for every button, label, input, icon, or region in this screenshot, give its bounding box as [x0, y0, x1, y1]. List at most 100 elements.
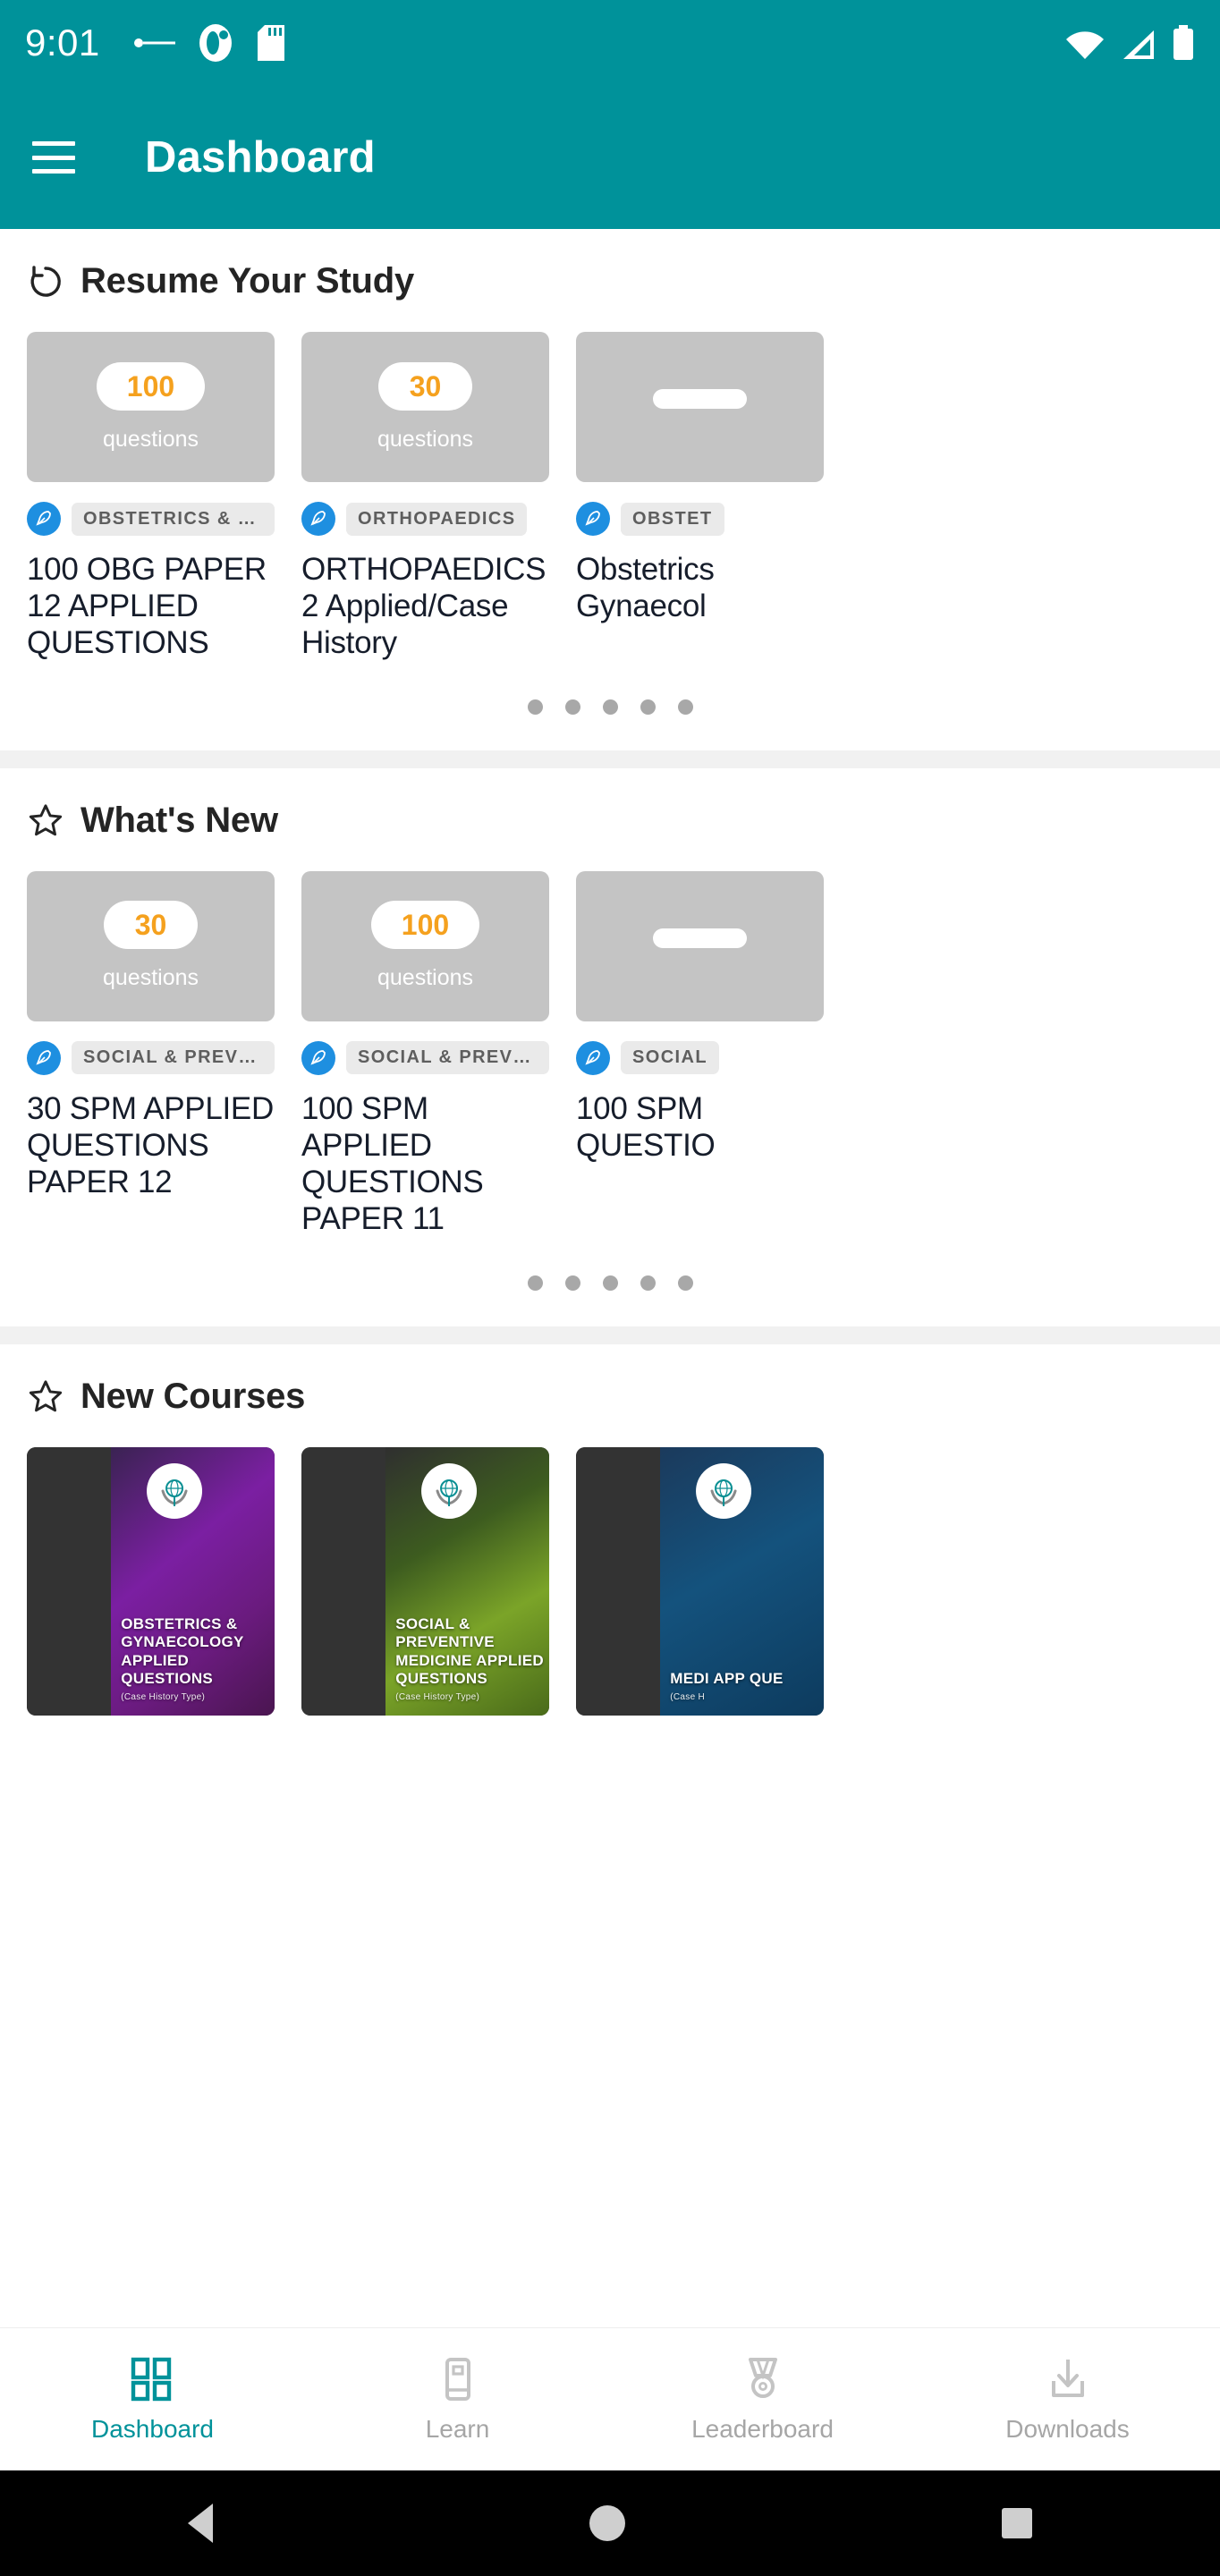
battery-icon: [1173, 25, 1193, 60]
card-title: 100 SPM APPLIED QUESTIONS PAPER 11: [301, 1090, 484, 1236]
pagination-dot[interactable]: [640, 699, 656, 715]
section-header: What's New: [0, 801, 1220, 841]
section-title: New Courses: [80, 1376, 306, 1416]
question-count-badge: [653, 928, 747, 948]
pagination-dot[interactable]: [564, 699, 580, 715]
course-card[interactable]: SOCIAL & PREVENTIVE MEDICINE APPLIED QUE…: [301, 1446, 549, 1716]
pagination-dot[interactable]: [677, 1275, 693, 1291]
cellular-signal-icon: [1123, 30, 1154, 59]
status-bar: 9:01: [0, 0, 1220, 86]
card-title: 100 SPM QUESTIO: [576, 1090, 716, 1163]
pagination-dot[interactable]: [602, 699, 618, 715]
download-arrow-icon: [1051, 2359, 1084, 2397]
question-card[interactable]: 30 questions SOCIAL & PREVENTIVE MEDI 30…: [27, 870, 275, 1238]
institute-globe-hands-logo: [420, 1462, 477, 1519]
nav-item-leaderboard[interactable]: Leaderboard: [610, 2356, 915, 2444]
section-header: Resume Your Study: [0, 261, 1220, 301]
course-card-title: SOCIAL & PREVENTIVE MEDICINE APPLIED QUE…: [395, 1615, 549, 1703]
nav-label-leaderboard: Leaderboard: [691, 2414, 834, 2443]
section-divider: [0, 1326, 1220, 1344]
page-title: Dashboard: [145, 133, 376, 182]
section-title: Resume Your Study: [80, 261, 414, 301]
card-title: 100 OBG PAPER 12 APPLIED QUESTIONS: [27, 552, 267, 660]
section-header: New Courses: [0, 1377, 1220, 1417]
nav-label-downloads: Downloads: [1005, 2414, 1130, 2443]
carousel-whats-new[interactable]: 30 questions SOCIAL & PREVENTIVE MEDI 30…: [0, 870, 1220, 1238]
course-card-panel: [576, 1446, 661, 1716]
card-meta-row: ORTHOPAEDICS: [301, 502, 549, 536]
question-card[interactable]: 30 questions ORTHOPAEDICS ORTHOPAEDICS 2…: [301, 332, 549, 662]
status-system-icons: [1064, 25, 1195, 61]
section-resume-your-study: Resume Your Study 100 questions OBSTETRI…: [0, 229, 1220, 750]
status-time: 9:01: [25, 21, 100, 64]
pagination-dot[interactable]: [677, 699, 693, 715]
card-meta-row: OBSTET: [576, 502, 824, 536]
course-subtitle-text: (Case History Type): [121, 1691, 206, 1702]
course-card-panel: [27, 1446, 112, 1716]
question-count-label: questions: [377, 965, 474, 991]
subject-chip: SOCIAL: [621, 1041, 719, 1075]
course-card[interactable]: OBSTETRICS & GYNAECOLOGY APPLIED QUESTIO…: [27, 1446, 275, 1716]
subject-chip: OBSTET: [621, 502, 724, 536]
card-title: ORTHOPAEDICS 2 Applied/Case History: [301, 552, 546, 660]
card-thumbnail: 100 questions: [27, 332, 275, 482]
pagination-dot[interactable]: [527, 1275, 543, 1291]
course-card-panel: [301, 1446, 386, 1716]
question-count-label: questions: [377, 426, 474, 452]
trophy-medal-icon: [748, 2357, 777, 2398]
card-thumbnail: 100 questions: [301, 870, 549, 1021]
course-title-text: OBSTETRICS & GYNAECOLOGY APPLIED QUESTIO…: [121, 1615, 244, 1688]
question-card[interactable]: 100 questions SOCIAL & PREVENTIVE MEDI 1…: [301, 870, 549, 1238]
question-card[interactable]: OBSTET Obstetrics Gynaecol: [576, 332, 824, 662]
carousel-new-courses[interactable]: OBSTETRICS & GYNAECOLOGY APPLIED QUESTIO…: [0, 1446, 1220, 1716]
card-thumbnail: 30 questions: [27, 870, 275, 1021]
sd-card-icon: [257, 25, 284, 61]
card-meta-row: OBSTETRICS & GYNAECOLO…: [27, 502, 275, 536]
nav-item-downloads[interactable]: Downloads: [915, 2356, 1220, 2444]
question-count-badge: 100: [370, 901, 480, 950]
feather-pen-icon: [27, 502, 61, 536]
course-subtitle-text: (Case H: [670, 1691, 706, 1702]
star-outline-icon: [29, 804, 63, 836]
pagination-dot[interactable]: [602, 1275, 618, 1291]
scroll-content[interactable]: Resume Your Study 100 questions OBSTETRI…: [0, 229, 1220, 2576]
course-card-title: OBSTETRICS & GYNAECOLOGY APPLIED QUESTIO…: [121, 1615, 275, 1703]
institute-globe-hands-logo: [146, 1462, 202, 1519]
android-system-navigation: [0, 2470, 1220, 2576]
back-triangle-icon[interactable]: [188, 2504, 214, 2543]
pagination-dot[interactable]: [640, 1275, 656, 1291]
course-subtitle-text: (Case History Type): [395, 1691, 480, 1702]
card-thumbnail: 30 questions: [301, 332, 549, 482]
pagination-dot[interactable]: [527, 699, 543, 715]
card-title: 30 SPM APPLIED QUESTIONS PAPER 12: [27, 1090, 274, 1199]
section-whats-new: What's New 30 questions SOCIAL & PREVENT…: [0, 767, 1220, 1326]
feather-pen-icon: [301, 502, 335, 536]
card-meta-row: SOCIAL: [576, 1040, 824, 1075]
feather-pen-icon: [576, 1040, 610, 1075]
course-card[interactable]: MEDI APP QUE (Case H: [576, 1446, 824, 1716]
question-card[interactable]: 100 questions OBSTETRICS & GYNAECOLO… 10…: [27, 332, 275, 662]
feather-pen-icon: [576, 502, 610, 536]
carousel-pagination[interactable]: [0, 662, 1220, 750]
feather-pen-icon: [301, 1040, 335, 1075]
question-card[interactable]: SOCIAL 100 SPM QUESTIO: [576, 870, 824, 1238]
question-count-badge: 30: [378, 361, 472, 411]
nav-item-dashboard[interactable]: Dashboard: [0, 2356, 305, 2444]
carousel-pagination[interactable]: [0, 1238, 1220, 1326]
course-title-text: SOCIAL & PREVENTIVE MEDICINE APPLIED QUE…: [395, 1615, 544, 1688]
wifi-icon: [1066, 31, 1104, 59]
subject-chip: OBSTETRICS & GYNAECOLO…: [72, 502, 275, 536]
book-learn-icon: [445, 2357, 470, 2401]
pagination-dot[interactable]: [564, 1275, 580, 1291]
home-circle-icon[interactable]: [589, 2505, 625, 2541]
question-count-label: questions: [102, 426, 199, 452]
hamburger-menu-icon[interactable]: [32, 141, 75, 174]
card-meta-row: SOCIAL & PREVENTIVE MEDI: [27, 1040, 275, 1075]
carousel-resume[interactable]: 100 questions OBSTETRICS & GYNAECOLO… 10…: [0, 332, 1220, 662]
card-title: Obstetrics Gynaecol: [576, 552, 715, 623]
card-thumbnail: [576, 332, 824, 482]
recents-square-icon[interactable]: [1001, 2508, 1032, 2538]
subject-chip: ORTHOPAEDICS: [346, 502, 528, 536]
nav-label-learn: Learn: [425, 2414, 490, 2443]
nav-item-learn[interactable]: Learn: [305, 2356, 610, 2444]
